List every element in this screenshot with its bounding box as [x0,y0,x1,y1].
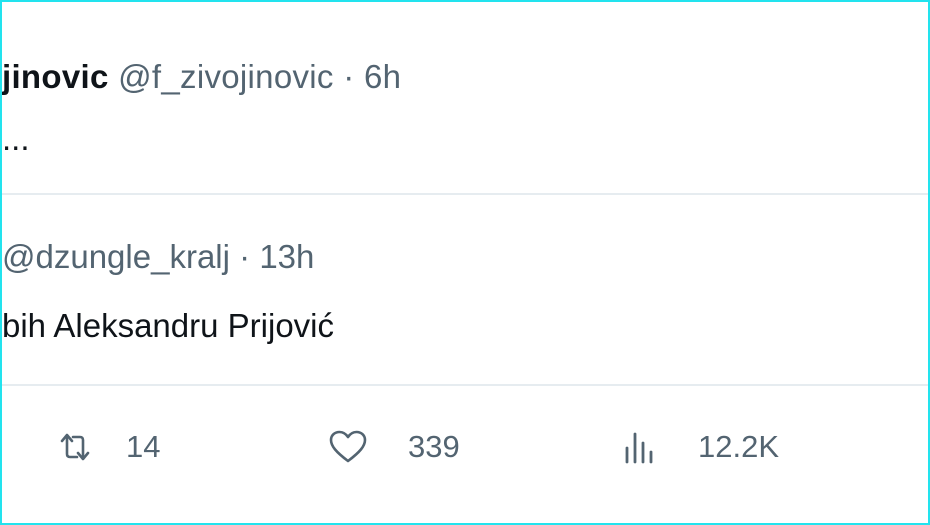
quoted-tweet-text: bih Aleksandru Prijović [2,307,334,344]
header-separator: · [343,58,355,95]
heart-icon [328,430,368,464]
retweet-icon [58,432,92,462]
quoted-tweet-header[interactable]: @dzungle_kralj · 13h [2,238,314,276]
tweet-timestamp[interactable]: 6h [364,58,401,95]
tweet-header: jinovic @f_zivojinovic · 6h [2,58,401,96]
views-count: 12.2K [698,429,780,464]
quoted-author-handle[interactable]: @dzungle_kralj [2,238,230,275]
quoted-tweet-timestamp[interactable]: 13h [259,238,314,275]
author-name[interactable]: jinovic [2,58,109,95]
tweet-text: ... [2,120,30,157]
views-button[interactable]: 12.2K [624,422,779,472]
divider-bottom [2,384,928,386]
retweet-button[interactable]: 14 [58,422,160,472]
like-count: 339 [408,429,460,464]
like-button[interactable]: 339 [328,422,460,472]
tweet-screenshot-frame: jinovic @f_zivojinovic · 6h ... @dzungle… [0,0,930,525]
quoted-header-separator: · [239,238,251,275]
retweet-count: 14 [126,429,161,464]
author-handle[interactable]: @f_zivojinovic [118,58,334,95]
divider-top [2,193,928,195]
views-icon [624,430,654,464]
